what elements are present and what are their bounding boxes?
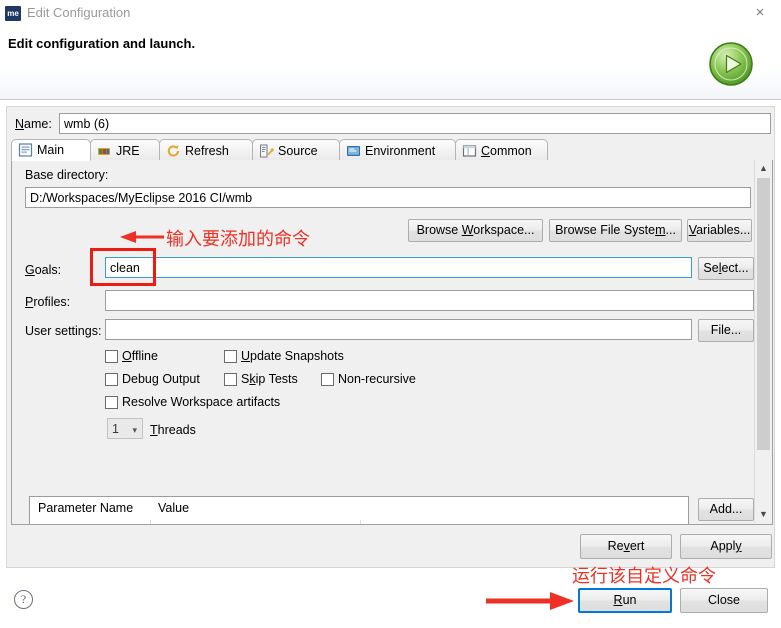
- user-settings-input[interactable]: [105, 319, 692, 340]
- threads-label: Threads: [150, 423, 196, 437]
- apply-button[interactable]: Apply: [680, 534, 772, 559]
- run-button[interactable]: Run: [578, 588, 672, 613]
- tab-jre[interactable]: JRE: [90, 139, 160, 161]
- tab-refresh-label: Refresh: [185, 143, 229, 158]
- revert-button[interactable]: Revert: [580, 534, 672, 559]
- tab-jre-label: JRE: [116, 143, 140, 158]
- table-column-divider-2: [360, 520, 361, 524]
- chevron-down-icon: ▾: [132, 425, 137, 435]
- refresh-icon: [166, 144, 181, 158]
- annotation-run-text: 运行该自定义命令: [572, 566, 716, 587]
- tab-main-label: Main: [37, 143, 65, 157]
- user-settings-label: User settings:: [25, 324, 102, 338]
- goals-select-button[interactable]: Select...: [698, 257, 754, 280]
- user-settings-file-button[interactable]: File...: [698, 319, 754, 342]
- tab-source-label: Source: [278, 143, 318, 158]
- threads-dropdown[interactable]: 1 ▾: [107, 418, 143, 439]
- checkbox-box-update-snapshots[interactable]: [224, 349, 237, 363]
- tab-strip: Main JRE Refresh Source Environment Comm…: [11, 139, 773, 161]
- tab-common[interactable]: Common: [455, 139, 548, 161]
- checkbox-offline[interactable]: Offline: [105, 349, 158, 363]
- tab-refresh[interactable]: Refresh: [159, 139, 253, 161]
- checkbox-box-debug-output[interactable]: [105, 372, 118, 386]
- close-button[interactable]: Close: [680, 588, 768, 613]
- document-icon: [18, 143, 33, 157]
- environment-icon: [346, 144, 361, 158]
- tab-common-label: Common: [481, 143, 532, 158]
- tab-source[interactable]: Source: [252, 139, 340, 161]
- checkbox-update-snapshots-label: Update Snapshots: [241, 349, 344, 363]
- column-header-parameter-name: Parameter Name: [38, 501, 134, 515]
- checkbox-resolve-workspace-artifacts-label: Resolve Workspace artifacts: [122, 395, 281, 409]
- base-directory-label: Base directory:: [25, 168, 109, 182]
- checkbox-box-resolve-workspace-artifacts[interactable]: [105, 395, 118, 409]
- checkbox-box-offline[interactable]: [105, 349, 118, 363]
- myeclipse-app-icon: me: [5, 6, 21, 21]
- title-bar: me Edit Configuration ×: [0, 0, 781, 27]
- jre-icon: [97, 144, 112, 158]
- close-icon[interactable]: ×: [747, 3, 773, 23]
- scrollbar-thumb[interactable]: [757, 178, 770, 450]
- checkbox-debug-output[interactable]: Debug Output: [105, 372, 200, 386]
- name-input[interactable]: [59, 113, 771, 134]
- goals-label: Goals:: [25, 263, 62, 277]
- checkbox-box-skip-tests[interactable]: [224, 372, 237, 386]
- tab-environment-label: Environment: [365, 143, 436, 158]
- dialog-header: Edit configuration and launch.: [0, 27, 781, 100]
- profiles-label: Profiles:: [25, 295, 71, 309]
- header-title: Edit configuration and launch.: [8, 36, 196, 51]
- name-label: Name:: [15, 117, 52, 131]
- browse-workspace-button[interactable]: Browse Workspace...: [408, 219, 543, 242]
- parameters-table[interactable]: Parameter Name Value: [29, 496, 689, 524]
- content-scrollbar[interactable]: ▲ ▼: [754, 160, 771, 523]
- base-directory-input[interactable]: [25, 187, 751, 208]
- source-icon: [259, 144, 274, 158]
- tab-environment[interactable]: Environment: [339, 139, 456, 161]
- checkbox-box-non-recursive[interactable]: [321, 372, 334, 386]
- profiles-input[interactable]: [105, 290, 754, 311]
- annotation-goals-text: 输入要添加的命令: [166, 229, 310, 250]
- checkbox-offline-label: Offline: [122, 349, 158, 363]
- table-header-row: Parameter Name Value: [30, 497, 688, 520]
- checkbox-skip-tests[interactable]: Skip Tests: [224, 372, 298, 386]
- checkbox-update-snapshots[interactable]: Update Snapshots: [224, 349, 344, 363]
- checkbox-resolve-workspace-artifacts[interactable]: Resolve Workspace artifacts: [105, 395, 280, 409]
- main-tab-content: Base directory: Browse Workspace... Brow…: [11, 160, 773, 525]
- play-circle-icon: [707, 40, 755, 88]
- checkbox-non-recursive[interactable]: Non-recursive: [321, 372, 416, 386]
- add-parameter-button[interactable]: Add...: [698, 498, 754, 521]
- name-row: Name:: [11, 113, 771, 135]
- question-mark-icon[interactable]: ?: [14, 590, 33, 609]
- variables-button[interactable]: Variables...: [687, 219, 752, 242]
- configuration-panel: Name: Main: [6, 106, 775, 568]
- threads-value: 1: [112, 421, 119, 436]
- goals-input[interactable]: [105, 257, 692, 278]
- checkbox-skip-tests-label: Skip Tests: [241, 372, 298, 386]
- column-header-value: Value: [158, 501, 190, 515]
- common-icon: [462, 144, 477, 158]
- table-column-divider-1: [150, 520, 151, 524]
- browse-file-system-button[interactable]: Browse File System...: [549, 219, 682, 242]
- checkbox-debug-output-label: Debug Output: [122, 372, 200, 386]
- scroll-up-icon[interactable]: ▲: [755, 160, 772, 177]
- checkbox-non-recursive-label: Non-recursive: [338, 372, 416, 386]
- edit-configuration-dialog: me Edit Configuration × Edit configurati…: [0, 0, 781, 628]
- tab-main[interactable]: Main: [11, 139, 91, 161]
- scroll-down-icon[interactable]: ▼: [755, 506, 772, 523]
- window-title: Edit Configuration: [27, 5, 131, 20]
